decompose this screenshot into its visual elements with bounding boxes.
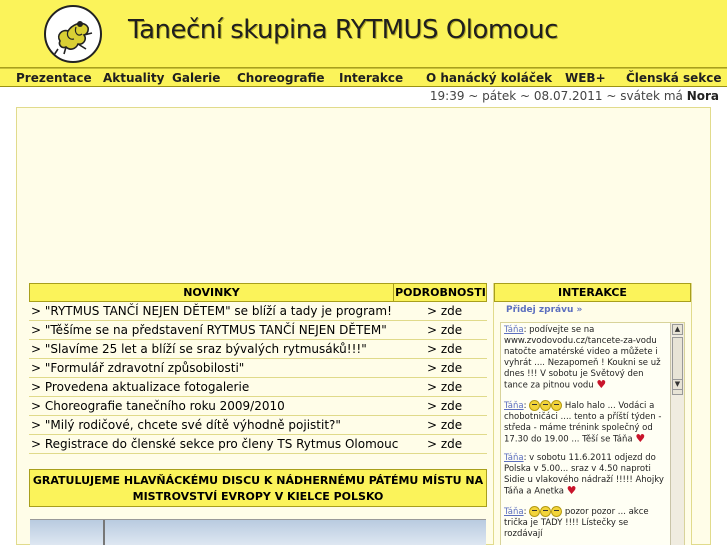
photo-pole <box>103 520 105 545</box>
nav-item-galerie[interactable]: Galerie <box>172 71 220 85</box>
message-author[interactable]: Táňa <box>504 325 524 335</box>
message-author[interactable]: Táňa <box>504 453 524 463</box>
event-photo[interactable] <box>30 519 486 545</box>
name-day: Nora <box>686 89 719 103</box>
main-nav: Prezentace Aktuality Galerie Choreografi… <box>0 68 727 87</box>
smiley-icon <box>540 399 552 411</box>
congrats-line-2: MISTROVSTVÍ EVROPY V KIELCE POLSKO <box>132 490 384 503</box>
nav-item-web-plus[interactable]: WEB+ <box>565 71 606 85</box>
news-detail-link[interactable]: > zde <box>427 418 462 432</box>
message-list[interactable]: Táňa: podívejte se na www.zvodovodu.cz/t… <box>500 322 685 545</box>
news-detail-link[interactable]: > zde <box>427 380 462 394</box>
banner-area <box>17 108 710 278</box>
interakce-panel: INTERAKCE Přidej zprávu » Táňa: podívejt… <box>493 283 692 545</box>
message-item: Táňa: v sobotu 11.6.2011 odjezd do Polsk… <box>504 453 667 498</box>
news-row[interactable]: > "Milý rodičové, chcete své dítě výhodn… <box>29 416 487 435</box>
smiley-icon <box>551 505 563 517</box>
smiley-icon <box>540 505 552 517</box>
message-author[interactable]: Táňa <box>504 507 524 517</box>
message-text: pozor pozor ... akce trička je TADY !!!!… <box>504 506 649 539</box>
dancer-logo-icon[interactable] <box>44 5 102 63</box>
news-row[interactable]: > "Slavíme 25 let a blíží se sraz bývalý… <box>29 340 487 359</box>
site-header: Taneční skupina RYTMUS Olomouc <box>0 0 727 68</box>
news-header: NOVINKY PODROBNOSTI <box>29 283 487 302</box>
date-bar: 19:39 ~ pátek ~ 08.07.2011 ~ svátek má N… <box>0 87 727 105</box>
news-title[interactable]: > Provedena aktualizace fotogalerie <box>31 380 249 394</box>
news-detail-link[interactable]: > zde <box>427 361 462 375</box>
news-row[interactable]: > "Formulář zdravotní způsobilosti" > zde <box>29 359 487 378</box>
news-row[interactable]: > Provedena aktualizace fotogalerie > zde <box>29 378 487 397</box>
nav-item-hanacky-kolacek[interactable]: O hanácký koláček <box>426 71 552 85</box>
news-row[interactable]: > "Těšíme se na představení RYTMUS TANČÍ… <box>29 321 487 340</box>
news-title[interactable]: > "Slavíme 25 let a blíží se sraz bývalý… <box>31 342 367 356</box>
date-text: 19:39 ~ pátek ~ 08.07.2011 ~ svátek má N… <box>430 89 719 103</box>
news-detail-link[interactable]: > zde <box>427 437 462 451</box>
heart-icon: ♥ <box>596 378 607 391</box>
date-time: 19:39 ~ pátek ~ 08.07.2011 ~ svátek má <box>429 89 683 103</box>
interakce-header: INTERAKCE <box>494 283 691 302</box>
news-title[interactable]: > Registrace do členské sekce pro členy … <box>31 437 398 451</box>
message-item: Táňa: Halo halo ... Vodáci a chobotničác… <box>504 399 662 445</box>
news-detail-link[interactable]: > zde <box>427 399 462 413</box>
heart-icon: ♥ <box>566 484 577 497</box>
news-row[interactable]: > Registrace do členské sekce pro členy … <box>29 435 487 454</box>
smiley-icon <box>551 399 563 411</box>
message-scrollbar[interactable]: ▲ ▼ <box>670 323 684 545</box>
message-item: Táňa: pozor pozor ... akce trička je TAD… <box>504 505 649 539</box>
smiley-icon <box>529 399 541 411</box>
news-title[interactable]: > "Milý rodičové, chcete své dítě výhodn… <box>31 418 341 432</box>
nav-item-aktuality[interactable]: Aktuality <box>103 71 164 85</box>
news-row[interactable]: > Choreografie tanečního roku 2009/2010 >… <box>29 397 487 416</box>
news-header-title: NOVINKY <box>30 284 394 301</box>
news-title[interactable]: > Choreografie tanečního roku 2009/2010 <box>31 399 285 413</box>
heart-icon: ♥ <box>635 431 646 445</box>
nav-item-clenska-sekce[interactable]: Členská sekce <box>626 71 722 85</box>
nav-item-prezentace[interactable]: Prezentace <box>16 71 92 85</box>
news-table: NOVINKY PODROBNOSTI > "RYTMUS TANČÍ NEJE… <box>29 283 487 454</box>
congrats-line-1: GRATULUJEME HLAVŇÁCKÉMU DISCU K NÁDHERNÉ… <box>32 474 484 487</box>
news-title[interactable]: > "Formulář zdravotní způsobilosti" <box>31 361 244 375</box>
smiley-icon <box>529 505 541 517</box>
message-item: Táňa: podívejte se na www.zvodovodu.cz/t… <box>504 325 667 392</box>
message-text: : podívejte se na www.zvodovodu.cz/tance… <box>504 325 661 391</box>
scroll-up-icon[interactable]: ▲ <box>672 324 683 335</box>
site-title: Taneční skupina RYTMUS Olomouc <box>128 15 558 45</box>
nav-item-interakce[interactable]: Interakce <box>339 71 403 85</box>
scroll-down-icon[interactable]: ▼ <box>672 379 683 390</box>
news-title[interactable]: > "RYTMUS TANČÍ NEJEN DĚTEM" se blíží a … <box>31 304 392 318</box>
nav-item-choreografie[interactable]: Choreografie <box>237 71 325 85</box>
news-detail-link[interactable]: > zde <box>427 342 462 356</box>
news-title[interactable]: > "Těšíme se na představení RYTMUS TANČÍ… <box>31 323 387 337</box>
news-row[interactable]: > "RYTMUS TANČÍ NEJEN DĚTEM" se blíží a … <box>29 302 487 321</box>
message-author[interactable]: Táňa <box>504 401 524 411</box>
message-text: : v sobotu 11.6.2011 odjezd do Polska v … <box>504 453 664 497</box>
congratulations-banner: GRATULUJEME HLAVŇÁCKÉMU DISCU K NÁDHERNÉ… <box>29 469 487 507</box>
news-detail-link[interactable]: > zde <box>427 323 462 337</box>
news-header-details: PODROBNOSTI <box>395 286 486 299</box>
content-area: NOVINKY PODROBNOSTI > "RYTMUS TANČÍ NEJE… <box>16 107 711 545</box>
news-detail-link[interactable]: > zde <box>427 304 462 318</box>
add-message-link[interactable]: Přidej zprávu » <box>506 305 582 315</box>
